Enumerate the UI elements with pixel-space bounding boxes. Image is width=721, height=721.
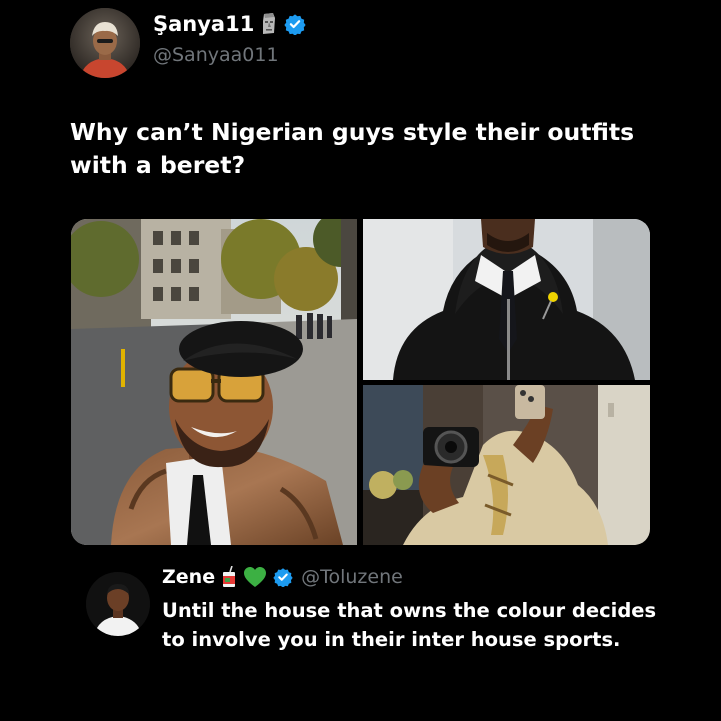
author-display-name[interactable]: Şanya11	[153, 12, 254, 36]
author-avatar[interactable]	[70, 8, 140, 78]
verified-badge-icon	[273, 567, 293, 588]
photo-man-beret-fur-coat[interactable]	[71, 219, 357, 545]
reply-author-avatar[interactable]	[86, 572, 150, 636]
photo-mirror-selfie-camera[interactable]	[363, 385, 650, 545]
media-grid	[71, 219, 650, 545]
photo-black-hoodie-tie[interactable]	[363, 219, 650, 380]
reply-text: Until the house that owns the colour dec…	[162, 599, 657, 651]
reply-author-row[interactable]: Zene @Toluzene	[162, 565, 403, 588]
reply-author-name[interactable]: Zene	[162, 566, 215, 588]
author-name-row[interactable]: Şanya11	[153, 12, 306, 36]
tweet-text: Why can’t Nigerian guys style their outf…	[70, 118, 635, 179]
juice-box-icon	[221, 565, 237, 588]
green-heart-icon	[243, 566, 267, 588]
verified-badge-icon	[284, 13, 306, 36]
moai-icon	[260, 12, 278, 36]
author-handle[interactable]: @Sanyaa011	[153, 44, 279, 66]
reply-author-handle[interactable]: @Toluzene	[301, 566, 403, 588]
